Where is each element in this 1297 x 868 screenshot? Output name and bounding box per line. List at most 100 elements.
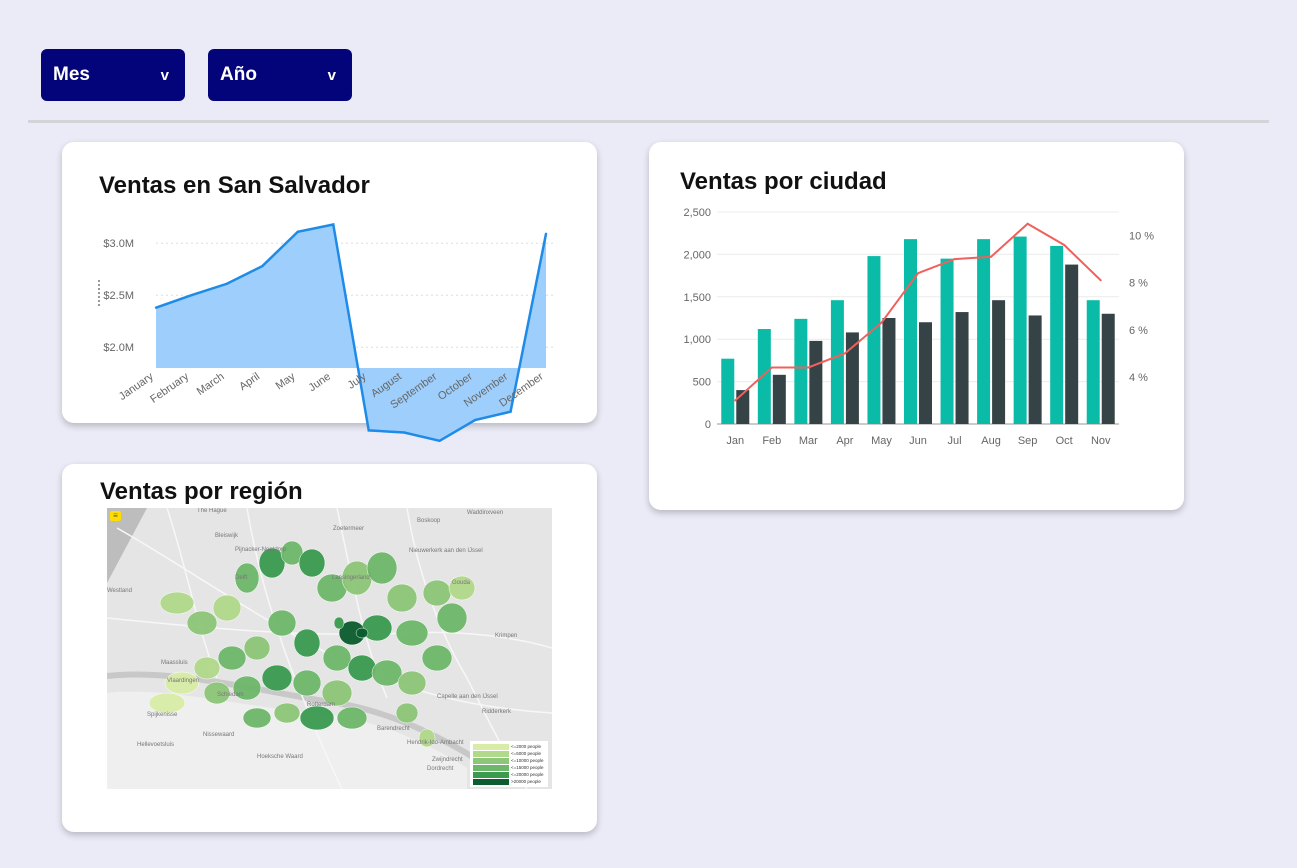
line-point	[1063, 243, 1066, 246]
line-point	[807, 366, 810, 369]
y2-tick-label: 10 %	[1129, 231, 1154, 243]
region-area	[336, 706, 368, 730]
legend-item: >20000 people	[473, 778, 545, 785]
y-tick-label: 1,500	[683, 292, 711, 304]
region-area	[243, 635, 271, 661]
bar-series-2	[882, 318, 896, 424]
y-tick-label: 2,500	[683, 207, 711, 219]
region-area	[421, 644, 453, 672]
region-area	[217, 645, 247, 671]
line-point	[734, 399, 737, 402]
legend-item: <=20000 people	[473, 771, 545, 778]
month-filter-dropdown[interactable]: Mes v	[41, 49, 185, 101]
region-area	[322, 644, 352, 672]
bar-series-1	[830, 300, 844, 424]
region-area	[242, 707, 272, 729]
chevron-down-icon: v	[327, 66, 336, 84]
y-tick-label: 2,000	[683, 249, 711, 261]
line-point	[880, 321, 883, 324]
region-area	[395, 619, 429, 647]
data-point	[544, 232, 548, 236]
line-point	[990, 255, 993, 258]
region-area	[371, 659, 403, 687]
place-label: The Hague	[197, 508, 227, 514]
bar-series-2	[1028, 315, 1042, 424]
region-area	[292, 669, 322, 697]
region-area	[212, 594, 242, 622]
region-sales-card: Ventas por región The Hague Zoetermeer Ble…	[62, 464, 597, 832]
region-choropleth-map[interactable]: The Hague Zoetermeer Bleiswijk Pijnacker-No…	[107, 508, 552, 789]
legend-swatch	[473, 764, 509, 771]
data-point	[438, 439, 441, 442]
x-tick-label: Nov	[1091, 435, 1111, 447]
data-point	[190, 294, 193, 297]
data-point	[261, 264, 264, 268]
bar-series-1	[757, 329, 771, 424]
place-label: Barendrecht	[377, 726, 410, 732]
bar-series-1	[721, 358, 735, 424]
region-area	[193, 656, 221, 680]
bar-series-1	[1013, 236, 1027, 424]
bar-series-2	[1101, 313, 1115, 424]
header-divider	[28, 120, 1269, 123]
place-label: Schiedam	[217, 692, 244, 698]
place-label: Nieuwerkerk aan den IJssel	[409, 548, 483, 554]
year-filter-dropdown[interactable]: Año v	[208, 49, 352, 101]
region-area	[298, 548, 326, 578]
data-point	[225, 282, 229, 285]
place-label: Gouda	[452, 580, 471, 586]
y-tick-label: $2.0M	[103, 342, 134, 354]
region-area	[261, 664, 293, 692]
region-area	[355, 627, 369, 639]
place-label: Pijnacker-Nootdorp	[235, 547, 287, 553]
x-tick-label: March	[195, 371, 227, 398]
legend-label: <=20000 people	[511, 772, 544, 777]
region-area	[159, 591, 195, 615]
region-area	[397, 670, 427, 696]
region-area	[422, 579, 452, 607]
bar-series-2	[736, 390, 750, 424]
bar-series-2	[955, 312, 969, 424]
region-area	[333, 616, 345, 630]
data-point	[367, 429, 370, 432]
legend-swatch	[473, 778, 509, 785]
legend-label: <=15000 people	[511, 765, 544, 770]
bar-series-2	[1065, 264, 1079, 424]
place-label: Krimpen	[495, 633, 517, 639]
data-point	[332, 223, 335, 226]
place-label: Spijkenisse	[147, 712, 178, 718]
map-legend: <=2000 people <=5000 people <=10000 people…	[470, 741, 548, 787]
place-label: Bleiswijk	[215, 533, 239, 539]
line-series	[734, 222, 1102, 402]
y-tick-label: $3.0M	[103, 238, 134, 250]
place-label: Hoeksche Waard	[257, 754, 303, 760]
chevron-down-icon: v	[160, 66, 169, 84]
y2-tick-label: 4 %	[1129, 372, 1148, 384]
line-point	[953, 258, 956, 261]
x-tick-label: Apr	[836, 435, 853, 447]
legend-swatch	[473, 771, 509, 778]
legend-item: <=5000 people	[473, 750, 545, 757]
region-area	[395, 702, 419, 724]
bar-series-1	[1050, 245, 1064, 424]
bar-series-2	[919, 322, 932, 424]
y2-tick-label: 6 %	[1129, 325, 1148, 337]
region-chart-title: Ventas por región	[100, 478, 303, 505]
place-label: Hellevoetsluis	[137, 742, 174, 748]
line-point	[917, 272, 919, 275]
year-filter-label: Año	[220, 64, 257, 85]
y-tick-label: 0	[705, 419, 711, 431]
legend-item: <=2000 people	[473, 743, 545, 750]
line-point	[1026, 222, 1029, 225]
x-tick-label: Jan	[726, 435, 744, 447]
bar-series-1	[940, 258, 954, 424]
hamburger-menu-icon[interactable]: ≡	[110, 511, 121, 521]
city-sales-card: Ventas por ciudad 0 500 1,000 1,500 2,000 2,5…	[649, 142, 1184, 510]
y2-tick-label: 8 %	[1129, 278, 1148, 290]
x-tick-label: Sep	[1018, 435, 1038, 447]
line-point	[843, 352, 846, 355]
data-point	[509, 410, 512, 413]
bar-series-2	[772, 374, 786, 424]
place-label: Delft	[235, 575, 248, 581]
x-tick-label: February	[148, 370, 191, 405]
